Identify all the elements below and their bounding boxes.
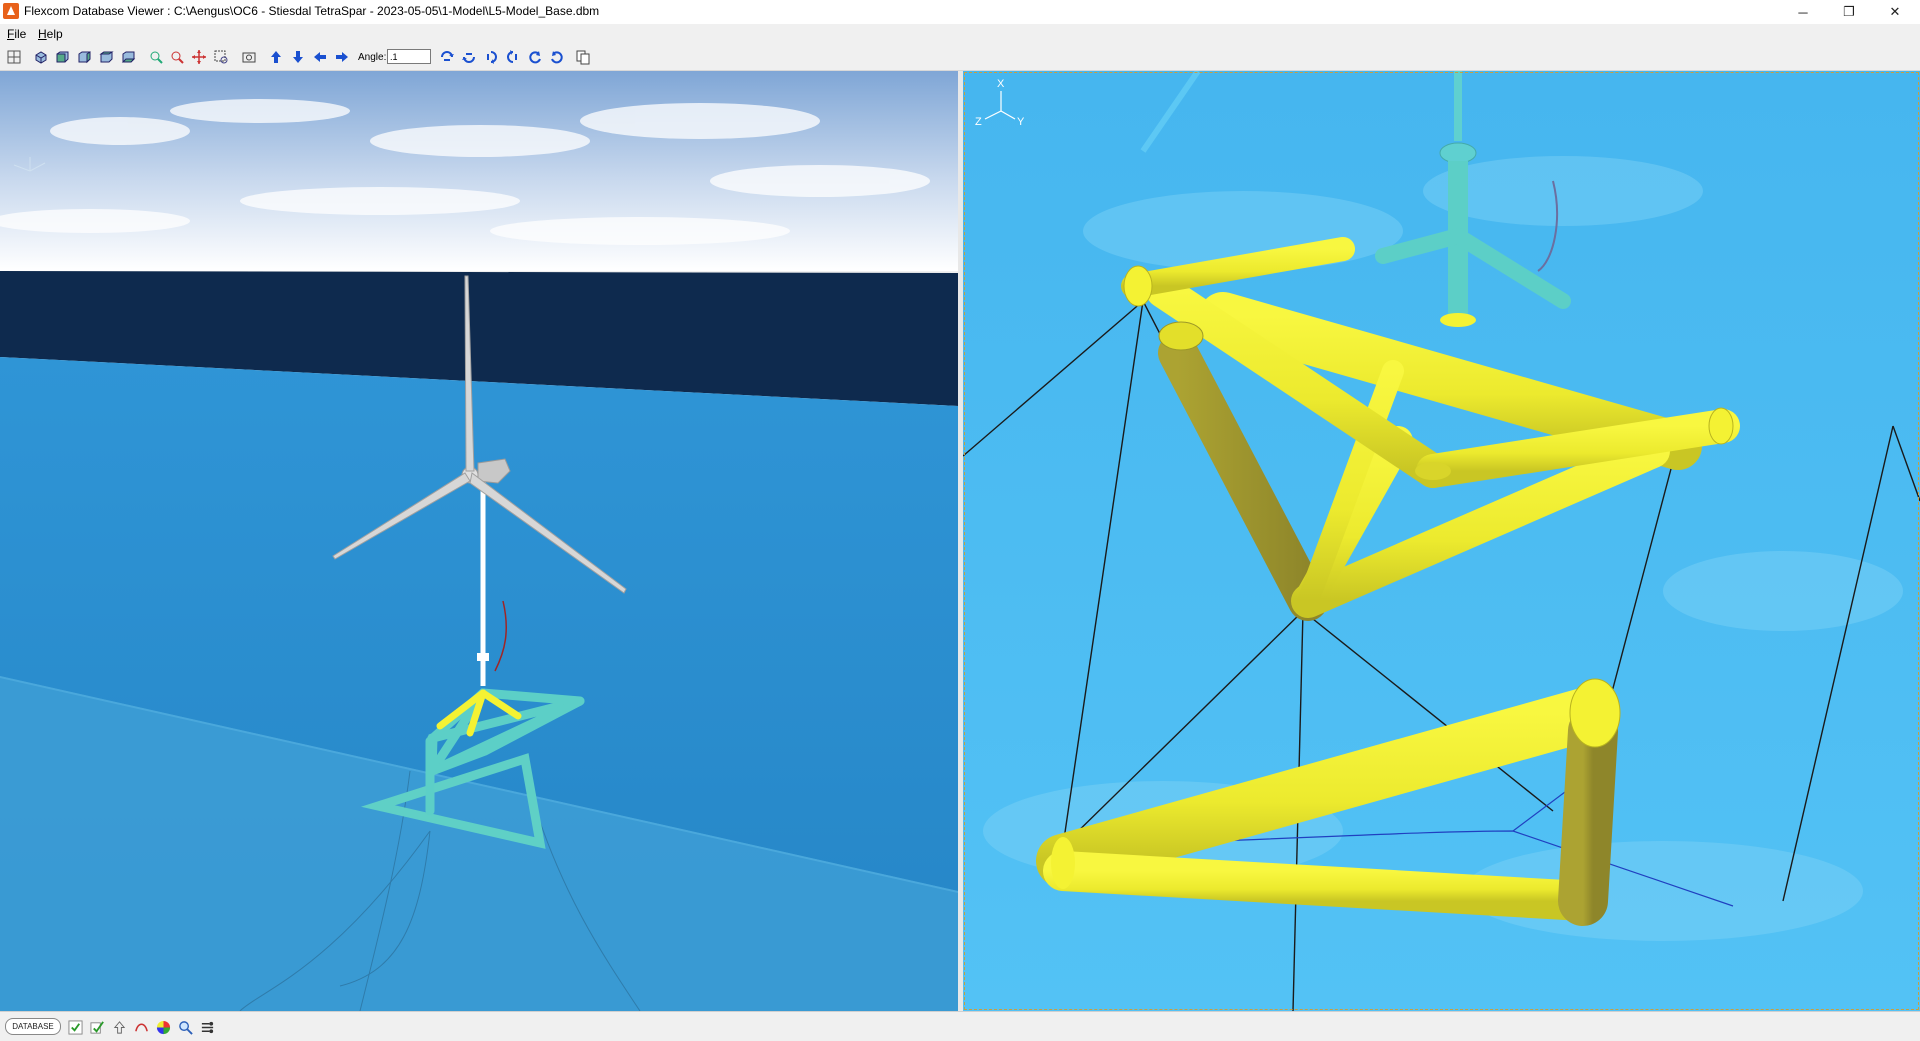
axis-z-label: Z	[975, 116, 982, 128]
close-button[interactable]: ✕	[1872, 0, 1918, 24]
pan-icon[interactable]	[190, 48, 208, 66]
tower-flange	[477, 653, 489, 661]
rotate-y-icon[interactable]	[460, 48, 478, 66]
view-side-icon[interactable]	[75, 48, 93, 66]
tower-upper	[1454, 71, 1462, 141]
rotate-up-icon[interactable]	[504, 48, 522, 66]
menu-bar: File Help	[0, 24, 1920, 44]
menu-help-accel: H	[38, 27, 47, 41]
color-wheel-icon[interactable]	[155, 1019, 171, 1035]
tube-end-2	[1158, 321, 1204, 351]
axis-x-label: X	[997, 78, 1005, 90]
tube-end-1	[1123, 265, 1153, 307]
arrow-right-icon[interactable]	[333, 48, 351, 66]
tube-joint	[1415, 462, 1451, 480]
keel-tube-end-left	[1051, 837, 1075, 889]
check-list-icon[interactable]	[89, 1019, 105, 1035]
up-arrow-icon[interactable]	[111, 1019, 127, 1035]
grid-icon[interactable]	[5, 48, 23, 66]
curve-icon[interactable]	[133, 1019, 149, 1035]
title-bar: Flexcom Database Viewer : C:\Aengus\OC6 …	[0, 0, 1920, 25]
rotate-z-icon[interactable]	[482, 48, 500, 66]
minimize-button[interactable]: ─	[1780, 0, 1826, 24]
closeup-canvas[interactable]: X Y Z	[963, 71, 1920, 1011]
view-iso-icon[interactable]	[32, 48, 50, 66]
menu-file-label: ile	[14, 27, 27, 41]
menu-help-label: elp	[46, 27, 63, 41]
view-bottom-icon[interactable]	[119, 48, 137, 66]
zoom-box-icon[interactable]	[212, 48, 230, 66]
arrow-up-icon[interactable]	[267, 48, 285, 66]
scene-canvas[interactable]	[0, 71, 958, 1011]
column-cap	[1440, 313, 1476, 327]
rotate-cw-icon[interactable]	[548, 48, 566, 66]
restore-button[interactable]: ❐	[1826, 0, 1872, 24]
angle-input[interactable]	[387, 49, 431, 64]
magnifier-icon[interactable]	[177, 1019, 193, 1035]
menu-help[interactable]: Help	[38, 27, 63, 41]
rotate-ccw-icon[interactable]	[526, 48, 544, 66]
menu-file[interactable]: File	[7, 27, 26, 41]
copy-icon[interactable]	[574, 48, 592, 66]
arrow-left-icon[interactable]	[311, 48, 329, 66]
closeup-view[interactable]: X Y Z	[963, 71, 1920, 1011]
tower-flange-closeup	[1439, 142, 1477, 164]
angle-label: Angle:	[358, 52, 387, 63]
scene-view[interactable]	[0, 71, 958, 1011]
window-title: Flexcom Database Viewer : C:\Aengus\OC6 …	[24, 4, 600, 18]
arrow-down-icon[interactable]	[289, 48, 307, 66]
database-button[interactable]: DATABASE	[5, 1018, 61, 1035]
tube-end-3	[1708, 407, 1734, 445]
check-icon[interactable]	[67, 1019, 83, 1035]
snapshot-icon[interactable]	[240, 48, 258, 66]
axis-y-label: Y	[1017, 116, 1025, 128]
keel-tube-end	[1569, 678, 1621, 748]
zoom-prev-icon[interactable]	[168, 48, 186, 66]
status-bar: DATABASE	[0, 1011, 1920, 1041]
app-logo-icon	[3, 3, 19, 19]
toolbar: Angle:	[0, 44, 1920, 71]
view-front-icon[interactable]	[53, 48, 71, 66]
rotate-x-icon[interactable]	[438, 48, 456, 66]
settings-icon[interactable]	[199, 1019, 215, 1035]
view-top-icon[interactable]	[97, 48, 115, 66]
zoom-fit-icon[interactable]	[147, 48, 165, 66]
